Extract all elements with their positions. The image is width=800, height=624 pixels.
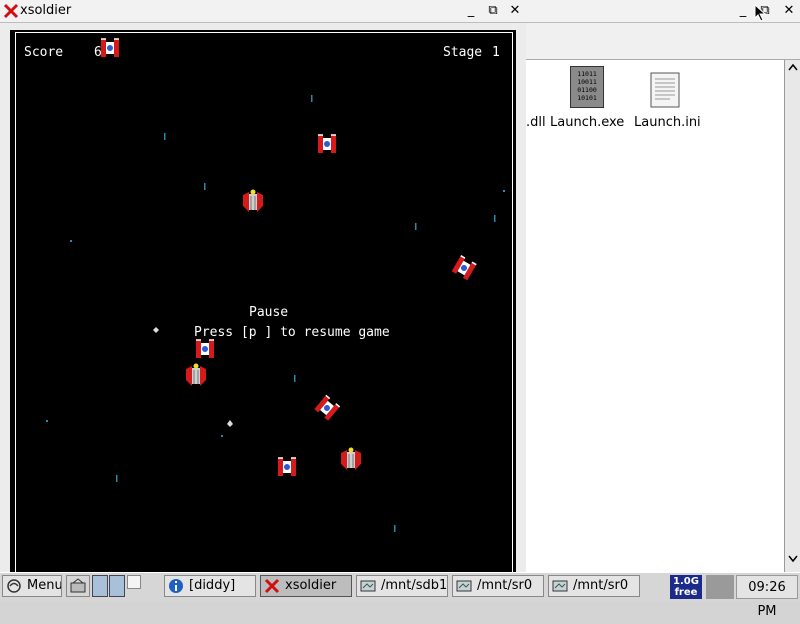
folder-window-icon <box>360 580 376 592</box>
task-label: /mnt/sdb1 <box>381 578 448 593</box>
window-title: xsoldier <box>20 3 72 18</box>
task-diddy[interactable]: [diddy] <box>164 575 256 597</box>
workspace-3[interactable] <box>127 575 141 589</box>
memory-label: free <box>674 587 698 598</box>
window-titlebar[interactable]: xsoldier _ ⧉ ✕ <box>0 0 526 23</box>
stage-label: Stage <box>443 45 483 60</box>
info-icon <box>169 579 183 593</box>
workspace-2[interactable] <box>109 575 125 597</box>
scroll-up-icon[interactable] <box>788 63 798 71</box>
show-desktop-button[interactable] <box>66 575 90 597</box>
task-mnt-sdb1[interactable]: /mnt/sdb1 <box>356 575 448 597</box>
maximize-button[interactable]: ⧉ <box>484 2 502 20</box>
close-button[interactable]: ✕ <box>506 2 524 20</box>
scroll-down-icon[interactable] <box>788 555 798 563</box>
task-mnt-sr0-1[interactable]: /mnt/sr0 <box>452 575 544 597</box>
workspace-1[interactable] <box>92 575 108 597</box>
menu-button[interactable]: Menu <box>2 575 62 597</box>
x-app-icon <box>264 578 280 594</box>
game-sprites <box>46 38 505 532</box>
task-mnt-sr0-2[interactable]: /mnt/sr0 <box>548 575 640 597</box>
minimize-button[interactable]: _ <box>734 2 752 20</box>
folder-window-icon <box>456 580 472 592</box>
text-file-icon[interactable] <box>650 72 680 108</box>
menu-icon <box>7 579 21 593</box>
task-label: /mnt/sr0 <box>477 578 533 593</box>
task-xsoldier[interactable]: xsoldier <box>260 575 352 597</box>
pause-message: Press [p ] to resume game <box>194 325 390 340</box>
score-value: 6 <box>94 45 102 60</box>
mouse-cursor-icon <box>754 4 767 22</box>
scrollbar[interactable] <box>784 60 800 572</box>
window-titlebar[interactable]: _ ⧉ ✕ <box>526 0 800 23</box>
file-list: .dll 11011 10011 01100 10101 Launch.exe … <box>526 60 784 572</box>
minimize-button[interactable]: _ <box>462 2 480 20</box>
binary-file-icon[interactable]: 11011 10011 01100 10101 <box>570 66 604 108</box>
file-manager-toolbar <box>526 23 800 60</box>
file-label-launch-exe[interactable]: Launch.exe <box>550 115 624 130</box>
close-button[interactable]: ✕ <box>780 2 798 20</box>
memory-value: 1.0G <box>673 576 699 587</box>
xsoldier-window: xsoldier _ ⧉ ✕ Score 6 Stage 1 Pause Pre… <box>0 0 526 572</box>
memory-indicator[interactable]: 1.0G free <box>670 575 702 599</box>
desktop-icon <box>70 578 86 593</box>
menu-label: Menu <box>27 578 62 593</box>
file-label-dll[interactable]: .dll <box>526 115 546 130</box>
folder-window-icon <box>552 580 568 592</box>
system-tray <box>706 575 734 599</box>
pause-title: Pause <box>249 305 289 320</box>
file-label-launch-ini[interactable]: Launch.ini <box>634 115 701 130</box>
file-manager-window: _ ⧉ ✕ .dll 11011 10011 01100 10101 Launc… <box>526 0 800 572</box>
stage-value: 1 <box>492 45 500 60</box>
score-label: Score <box>24 45 64 60</box>
task-label: xsoldier <box>285 578 337 593</box>
task-label: /mnt/sr0 <box>573 578 629 593</box>
game-canvas[interactable]: Score 6 Stage 1 Pause Press [p ] to resu… <box>15 32 513 572</box>
clock[interactable]: 09:26 PM <box>736 575 798 619</box>
taskbar: Menu [diddy] xsoldier /mnt/sdb1 /mnt/sr0… <box>0 572 800 619</box>
x-app-icon <box>3 3 19 19</box>
task-label: [diddy] <box>189 578 236 593</box>
